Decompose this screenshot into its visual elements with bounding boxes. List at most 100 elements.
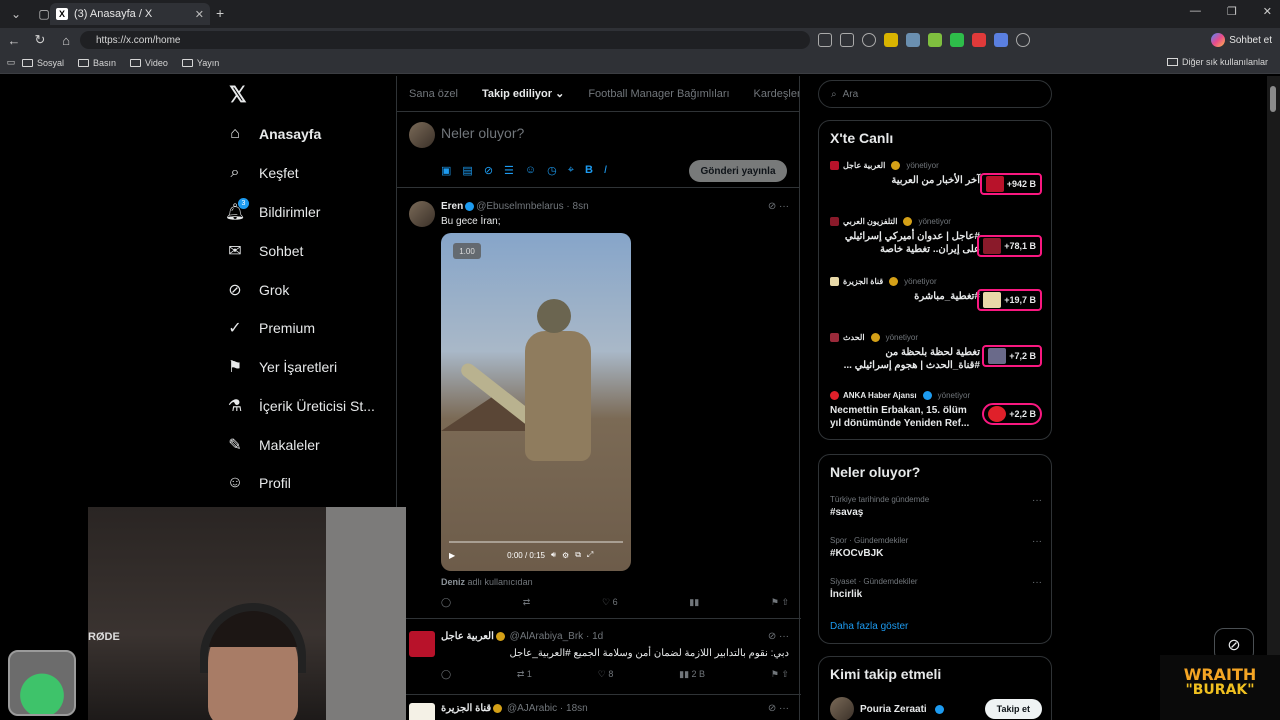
author-name[interactable]: قناة الجزيرة <box>441 703 491 714</box>
views-icon[interactable]: ▮▮ <box>689 597 699 608</box>
show-more-link[interactable]: Daha fazla göster <box>830 621 908 632</box>
nav-premium[interactable]: ✓ Premium <box>225 314 315 342</box>
bookmark-folder[interactable]: Sosyal <box>22 58 64 68</box>
bookmark-tweet-icon[interactable]: ⚑ ⇧ <box>771 597 789 608</box>
live-item[interactable]: الحدث yönetiyor تغطية لحظة بلحظة من #قناة… <box>830 333 1042 372</box>
tab-actions-icon[interactable]: ⌄ <box>4 3 28 25</box>
nav-explore[interactable]: ⌕ Keşfet <box>225 159 299 187</box>
live-count[interactable]: +78,1 B <box>977 235 1042 257</box>
author-name[interactable]: Eren <box>441 201 463 212</box>
source-name[interactable]: Deniz <box>441 577 465 587</box>
fullscreen-icon[interactable]: ⤢ <box>587 550 593 560</box>
tab-following[interactable]: Takip ediliyor ⌄ <box>470 87 576 100</box>
like-button[interactable]: ♡ 6 <box>602 597 618 608</box>
settings-icon[interactable]: ⚙ <box>562 551 569 560</box>
bookmark-folder[interactable]: Basın <box>78 58 116 68</box>
tweet-more-icon[interactable]: ⊘ ··· <box>768 703 789 714</box>
trend-item[interactable]: Siyaset · Gündemdekiler İncirlik ··· <box>830 577 1042 600</box>
minimize-icon[interactable]: — <box>1190 5 1201 18</box>
trend-more-icon[interactable]: ··· <box>1032 577 1042 588</box>
italic-icon[interactable]: I <box>604 164 607 177</box>
tab-kardesler[interactable]: Kardeşler Kıra <box>742 88 799 100</box>
other-favorites[interactable]: Diğer sık kullanılanlar <box>1166 57 1268 67</box>
close-window-icon[interactable]: ✕ <box>1263 5 1272 18</box>
trend-more-icon[interactable]: ··· <box>1032 536 1042 547</box>
nav-bookmarks[interactable]: ⚑ Yer İşaretleri <box>225 353 337 381</box>
views-button[interactable]: ▮▮ 2 B <box>679 669 705 680</box>
grok-compose-icon[interactable]: ⊘ <box>484 164 493 177</box>
gif-icon[interactable]: ▤ <box>462 164 472 177</box>
nav-articles[interactable]: ✎ Makaleler <box>225 431 319 459</box>
back-icon[interactable]: ← <box>2 33 26 48</box>
extension-battery-icon[interactable] <box>950 33 964 47</box>
avatar[interactable] <box>830 697 854 720</box>
nav-home[interactable]: ⌂ Anasayfa <box>225 120 321 148</box>
author-handle[interactable]: @AJArabic · 18sn <box>507 703 588 714</box>
scrollbar-thumb[interactable] <box>1270 86 1276 112</box>
live-count[interactable]: +19,7 B <box>977 289 1042 311</box>
browser-tab[interactable]: X (3) Anasayfa / X ✕ <box>50 3 210 25</box>
tweet-more-icon[interactable]: ⊘ ··· <box>768 201 789 212</box>
trend-item[interactable]: Spor · Gündemdekiler #KOCvBJK ··· <box>830 536 1042 559</box>
tab-football-manager[interactable]: Football Manager Bağımlıları <box>576 88 741 100</box>
suggestion-name[interactable]: Pouria Zeraati <box>860 704 927 715</box>
trend-more-icon[interactable]: ··· <box>1032 495 1042 506</box>
composer-input[interactable]: Neler oluyor? <box>441 125 524 141</box>
favorite-star-icon[interactable] <box>862 33 876 47</box>
home-browser-icon[interactable]: ⌂ <box>54 33 78 48</box>
refresh-icon[interactable]: ↻ <box>28 32 52 48</box>
bookmark-folder[interactable]: Yayın <box>181 58 219 68</box>
live-count[interactable]: +7,2 B <box>982 345 1042 367</box>
url-field[interactable]: https://x.com/home <box>80 31 810 49</box>
x-logo-icon[interactable]: 𝕏 <box>229 84 251 106</box>
play-icon[interactable]: ▶ <box>449 551 455 560</box>
nav-notifications[interactable]: 🔔︎ 3 Bildirimler <box>225 198 320 226</box>
reply-icon[interactable]: ◯ <box>441 669 451 680</box>
schedule-icon[interactable]: ◷ <box>547 164 557 177</box>
read-aloud-icon[interactable] <box>840 33 854 47</box>
video-progress[interactable] <box>449 541 623 543</box>
avatar[interactable] <box>409 631 435 657</box>
maximize-icon[interactable]: ❐ <box>1227 5 1237 18</box>
tweet[interactable]: قناة الجزيرة @AJArabic · 18sn ⊘ ··· <box>397 695 801 720</box>
live-item[interactable]: التلفزيون العربي yönetiyor #عاجل | عدوان … <box>830 217 1042 257</box>
avatar[interactable] <box>409 703 435 720</box>
author-handle[interactable]: @Ebuselmnbelarus · 8sn <box>476 201 588 212</box>
extension-translate-icon[interactable] <box>994 33 1008 47</box>
volume-icon[interactable]: 🔊︎ <box>551 550 556 560</box>
post-button[interactable]: Gönderi yayınla <box>689 160 787 182</box>
live-item[interactable]: العربية عاجل yönetiyor آخر الأخبار من الع… <box>830 161 1042 195</box>
retweet-icon[interactable]: ⇄ <box>523 597 531 608</box>
reply-icon[interactable]: ◯ <box>441 597 451 608</box>
nav-chat[interactable]: ✉ Sohbet <box>225 237 303 265</box>
media-icon[interactable]: ▣ <box>441 164 451 177</box>
extension-blue-icon[interactable] <box>906 33 920 47</box>
bookmark-tweet-icon[interactable]: ⚑ ⇧ <box>771 669 789 680</box>
extension-h-icon[interactable] <box>884 33 898 47</box>
split-icon[interactable] <box>818 33 832 47</box>
tweet-more-icon[interactable]: ⊘ ··· <box>768 631 789 642</box>
page-scrollbar[interactable] <box>1267 76 1280 720</box>
retweet-button[interactable]: ⇄ 1 <box>517 669 532 680</box>
nav-grok[interactable]: ⊘ Grok <box>225 276 289 304</box>
trend-item[interactable]: Türkiye tarihinde gündemde #savaş ··· <box>830 495 1042 518</box>
avatar[interactable] <box>409 201 435 227</box>
location-icon[interactable]: ⌖ <box>568 164 574 177</box>
extension-red-icon[interactable] <box>972 33 986 47</box>
close-tab-icon[interactable]: ✕ <box>195 8 204 21</box>
search-input[interactable]: ⌕ Ara <box>818 80 1052 108</box>
new-tab-icon[interactable]: + <box>216 5 224 21</box>
bookmark-folder[interactable]: Video <box>130 58 168 68</box>
author-name[interactable]: العربية عاجل <box>441 631 494 642</box>
tweet[interactable]: Eren @Ebuselmnbelarus · 8sn ⊘ ··· Bu gece… <box>397 189 801 619</box>
like-button[interactable]: ♡ 8 <box>598 669 614 680</box>
avatar[interactable] <box>409 122 435 148</box>
nav-profile[interactable]: ☺ Profil <box>225 469 291 497</box>
nav-creator-studio[interactable]: ⚗ İçerik Üreticisi St... <box>225 392 375 420</box>
poll-icon[interactable]: ☰ <box>504 164 514 177</box>
live-count[interactable]: +942 B <box>979 173 1042 195</box>
copilot-chat-button[interactable]: Sohbet et <box>1211 31 1272 49</box>
live-item[interactable]: ANKA Haber Ajansı yönetiyor Necmettin Erb… <box>830 391 1042 430</box>
pip-icon[interactable]: ⧉ <box>575 550 581 560</box>
author-handle[interactable]: @AlArabiya_Brk · 1d <box>510 631 604 642</box>
